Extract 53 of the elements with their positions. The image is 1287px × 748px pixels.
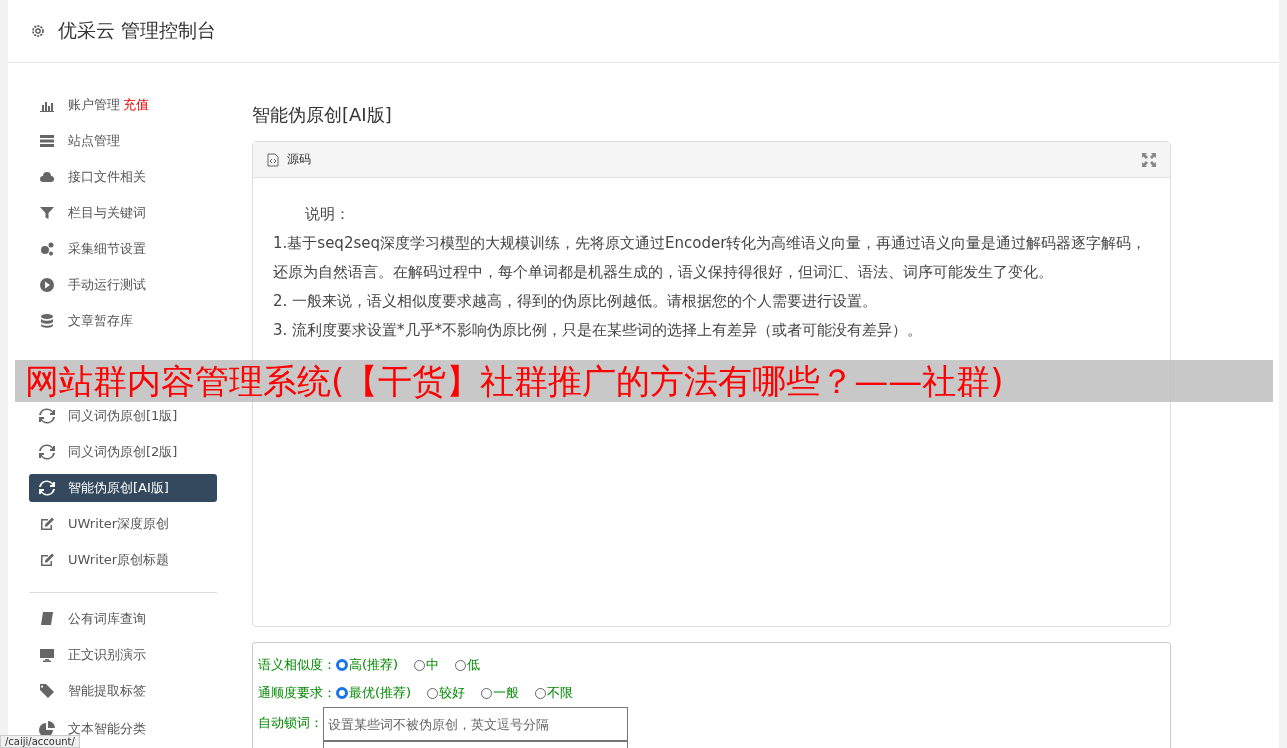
play-icon (39, 277, 55, 293)
recharge-link[interactable]: 充值 (123, 96, 149, 114)
radio-option[interactable]: 较好 (427, 684, 466, 702)
app-title: 优采云 管理控制台 (58, 18, 217, 43)
edit-icon (39, 552, 55, 568)
sidebar-item[interactable]: 栏目与关键词 (29, 199, 217, 227)
fullscreen-icon[interactable] (1142, 152, 1156, 167)
cloud-icon (39, 169, 55, 185)
field-label: 自动锁词： (258, 714, 323, 732)
radio-option[interactable]: 最优(推荐) (336, 684, 412, 702)
description-text: 1.基于seq2seq深度学习模型的大规模训练，先将原文通过Encoder转化为高维语义向量，再通过语义向量是通过解码器逐字解码，还原为自然语言。在解码过程中，每个单词都是机器生成的，语义保持得很好，但词汇、语法、词序可能发生了变化。 (273, 233, 1148, 283)
monitor-icon (39, 647, 55, 663)
refresh-icon (39, 444, 55, 460)
page-title: 智能伪原创[AI版] (252, 103, 393, 127)
book-icon (39, 611, 55, 627)
url-tooltip: /caiji/account/ (0, 735, 80, 748)
sidebar-item[interactable]: UWriter深度原创 (29, 510, 217, 538)
refresh-icon (39, 480, 55, 496)
radio-option[interactable]: 一般 (481, 684, 520, 702)
description-text: 2. 一般来说，语义相似度要求越高，得到的伪原比例越低。请根据您的个人需要进行设置。 (273, 291, 879, 312)
radio-option[interactable]: 中 (414, 656, 440, 674)
field-label: 通顺度要求： (258, 684, 336, 702)
database-icon (39, 313, 55, 329)
description-text: 3. 流利度要求设置*几乎*不影响伪原比例，只是在某些词的选择上有差异（或者可能没有差异）。 (273, 320, 924, 341)
radio-option[interactable]: 不限 (535, 684, 574, 702)
filter-icon (39, 205, 55, 221)
refresh-icon (39, 408, 55, 424)
pie-icon (39, 721, 55, 737)
sidebar-item[interactable]: 同义词伪原创[2版] (29, 438, 217, 466)
sidebar-item[interactable]: 文章暂存库 (29, 307, 217, 335)
server-icon (39, 133, 55, 149)
lock-words-field[interactable]: 设置某些词不被伪原创，英文逗号分隔 (323, 707, 628, 741)
description-text: 说明： (304, 204, 351, 225)
sidebar-item[interactable]: 账户管理 充值 (29, 91, 217, 119)
sidebar-item[interactable]: UWriter原创标题 (29, 546, 217, 574)
sidebar-item[interactable]: 正文识别演示 (29, 641, 217, 669)
radio-option[interactable]: 低 (455, 656, 481, 674)
source-tab[interactable]: 源码 (267, 151, 311, 168)
sidebar-item[interactable]: 站点管理 (29, 127, 217, 155)
sidebar-item[interactable]: 公有词库查询 (29, 605, 217, 633)
settings-icon (30, 23, 46, 39)
sidebar-item[interactable]: 采集细节设置 (29, 235, 217, 263)
sidebar-item[interactable]: 智能伪原创[AI版] (29, 474, 217, 502)
overlay-banner: 网站群内容管理系统(【干货】社群推广的方法有哪些？——社群) (15, 360, 1273, 402)
tag-icon (39, 683, 55, 699)
code-file-icon (267, 152, 279, 167)
sidebar-item[interactable]: 手动运行测试 (29, 271, 217, 299)
field-label: 语义相似度： (258, 656, 336, 674)
sidebar-item[interactable]: 同义词伪原创[1版] (29, 402, 217, 430)
sidebar-item[interactable]: 接口文件相关 (29, 163, 217, 191)
edit-icon (39, 516, 55, 532)
radio-option[interactable]: 高(推荐) (336, 656, 399, 674)
sidebar-item[interactable]: 智能提取标签 (29, 677, 217, 705)
